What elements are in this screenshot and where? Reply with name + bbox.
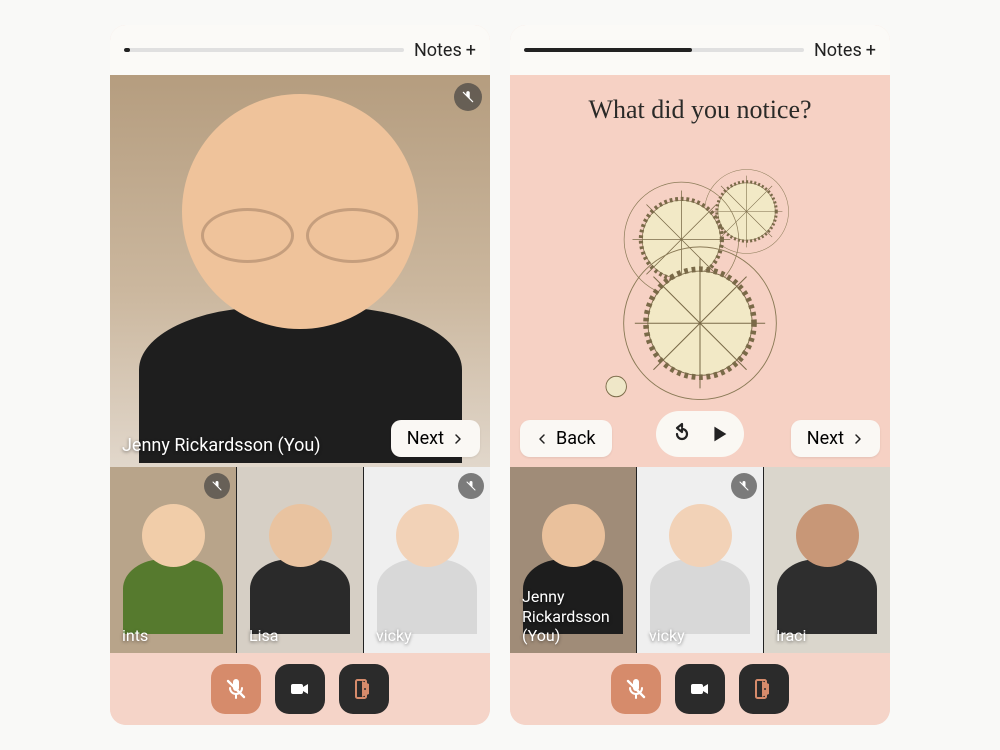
- thumbnail-tile[interactable]: Jenny Rickardsson (You): [510, 467, 636, 653]
- notes-button[interactable]: Notes +: [414, 40, 476, 61]
- mic-muted-icon: [454, 83, 482, 111]
- main-video-tile[interactable]: Jenny Rickardsson (You) Next: [110, 75, 490, 467]
- notes-button[interactable]: Notes +: [814, 40, 876, 61]
- mic-muted-icon: [458, 473, 484, 499]
- toggle-camera-button[interactable]: [275, 664, 325, 714]
- thumbnail-strip: ints Lisa vicky: [110, 467, 490, 653]
- top-bar: Notes +: [510, 25, 890, 75]
- screen-content-view: Notes + What did you notice?: [510, 25, 890, 725]
- thumbnail-tile[interactable]: ints: [110, 467, 236, 653]
- participant-name: Lisa: [249, 626, 278, 645]
- participant-name: Jenny Rickardsson (You): [122, 435, 321, 457]
- chevron-right-icon: [452, 432, 464, 446]
- progress-track[interactable]: [124, 48, 404, 52]
- call-controls: [110, 653, 490, 725]
- notes-label: Notes: [814, 40, 862, 61]
- toggle-camera-button[interactable]: [675, 664, 725, 714]
- progress-track[interactable]: [524, 48, 804, 52]
- toggle-mic-button[interactable]: [211, 664, 261, 714]
- content-card: What did you notice?: [510, 75, 890, 467]
- participant-name: vicky: [649, 626, 685, 645]
- participant-name: Jenny Rickardsson (You): [522, 587, 598, 645]
- mic-muted-icon: [731, 473, 757, 499]
- next-label: Next: [407, 428, 444, 449]
- toggle-mic-button[interactable]: [611, 664, 661, 714]
- thumbnail-tile[interactable]: Lisa: [237, 467, 363, 653]
- gears-illustration: [555, 137, 845, 407]
- avatar: [110, 75, 490, 467]
- thumbnail-strip: Jenny Rickardsson (You) vicky Iraci: [510, 467, 890, 653]
- progress-fill: [124, 48, 130, 52]
- plus-icon: +: [466, 40, 476, 61]
- plus-icon: +: [866, 40, 876, 61]
- leave-call-button[interactable]: [339, 664, 389, 714]
- screen-call-view: Notes + Jenny Rickardsson (You) Next: [110, 25, 490, 725]
- participant-name: vicky: [376, 626, 412, 645]
- mic-muted-icon: [204, 473, 230, 499]
- participant-name: ints: [122, 626, 148, 645]
- thumbnail-tile[interactable]: Iraci: [764, 467, 890, 653]
- top-bar: Notes +: [110, 25, 490, 75]
- call-controls: [510, 653, 890, 725]
- notes-label: Notes: [414, 40, 462, 61]
- thumbnail-tile[interactable]: vicky: [364, 467, 490, 653]
- thumbnail-tile[interactable]: vicky: [637, 467, 763, 653]
- next-label: Next: [807, 428, 844, 449]
- leave-call-button[interactable]: [739, 664, 789, 714]
- replay-button[interactable]: [670, 422, 694, 446]
- chevron-right-icon: [852, 432, 864, 446]
- next-button[interactable]: Next: [391, 420, 480, 457]
- next-button[interactable]: Next: [791, 420, 880, 457]
- play-button[interactable]: [708, 423, 730, 445]
- question-heading: What did you notice?: [588, 95, 811, 125]
- participant-name: Iraci: [776, 626, 806, 645]
- progress-fill: [524, 48, 692, 52]
